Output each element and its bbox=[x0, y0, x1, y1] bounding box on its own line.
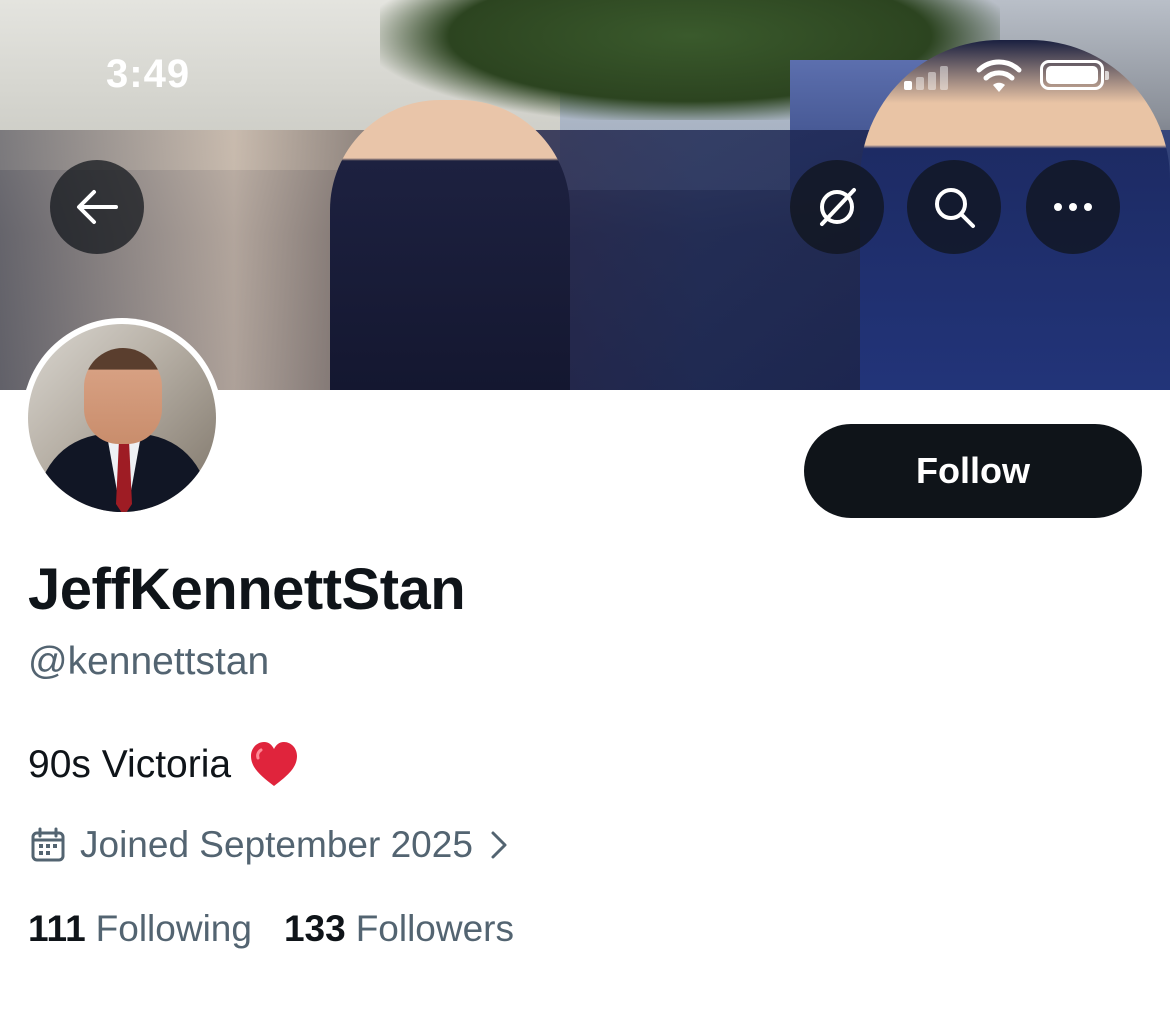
avatar-photo bbox=[28, 324, 216, 512]
user-handle: @kennettstan bbox=[28, 640, 270, 683]
more-button[interactable] bbox=[1026, 160, 1120, 254]
display-name: JeffKennettStan bbox=[28, 557, 466, 622]
calendar-icon bbox=[31, 827, 65, 862]
cellular-signal-icon bbox=[904, 64, 956, 90]
followers-count: 133 bbox=[283, 908, 346, 949]
avatar-head bbox=[84, 348, 162, 444]
search-icon bbox=[935, 188, 975, 228]
joined-date: Joined September 2025 bbox=[80, 824, 473, 865]
followers-link[interactable]: 133 Followers bbox=[284, 908, 514, 950]
bio-text: 90s Victoria bbox=[28, 743, 232, 786]
chevron-right-icon bbox=[491, 831, 507, 859]
battery-icon bbox=[1040, 60, 1109, 90]
search-button[interactable] bbox=[907, 160, 1001, 254]
follow-button[interactable]: Follow bbox=[804, 424, 1142, 518]
following-label: Following bbox=[95, 908, 252, 949]
joined-date-row[interactable]: Joined September 2025 bbox=[30, 824, 511, 866]
back-arrow-icon bbox=[77, 190, 118, 224]
bio: 90s Victoria bbox=[28, 738, 301, 792]
grok-icon bbox=[820, 188, 856, 226]
status-time: 3:49 bbox=[106, 52, 191, 96]
back-button[interactable] bbox=[50, 160, 144, 254]
followers-label: Followers bbox=[355, 908, 515, 949]
grok-button[interactable] bbox=[790, 160, 884, 254]
following-count: 111 bbox=[28, 908, 86, 949]
wifi-icon bbox=[976, 59, 1022, 92]
following-link[interactable]: 111 Following bbox=[28, 908, 252, 950]
status-bar: 3:49 bbox=[0, 0, 1170, 150]
heart-icon bbox=[251, 742, 298, 786]
more-icon bbox=[1054, 203, 1092, 211]
avatar[interactable] bbox=[22, 318, 222, 518]
follow-stats: 111 Following 133 Followers bbox=[28, 908, 514, 950]
